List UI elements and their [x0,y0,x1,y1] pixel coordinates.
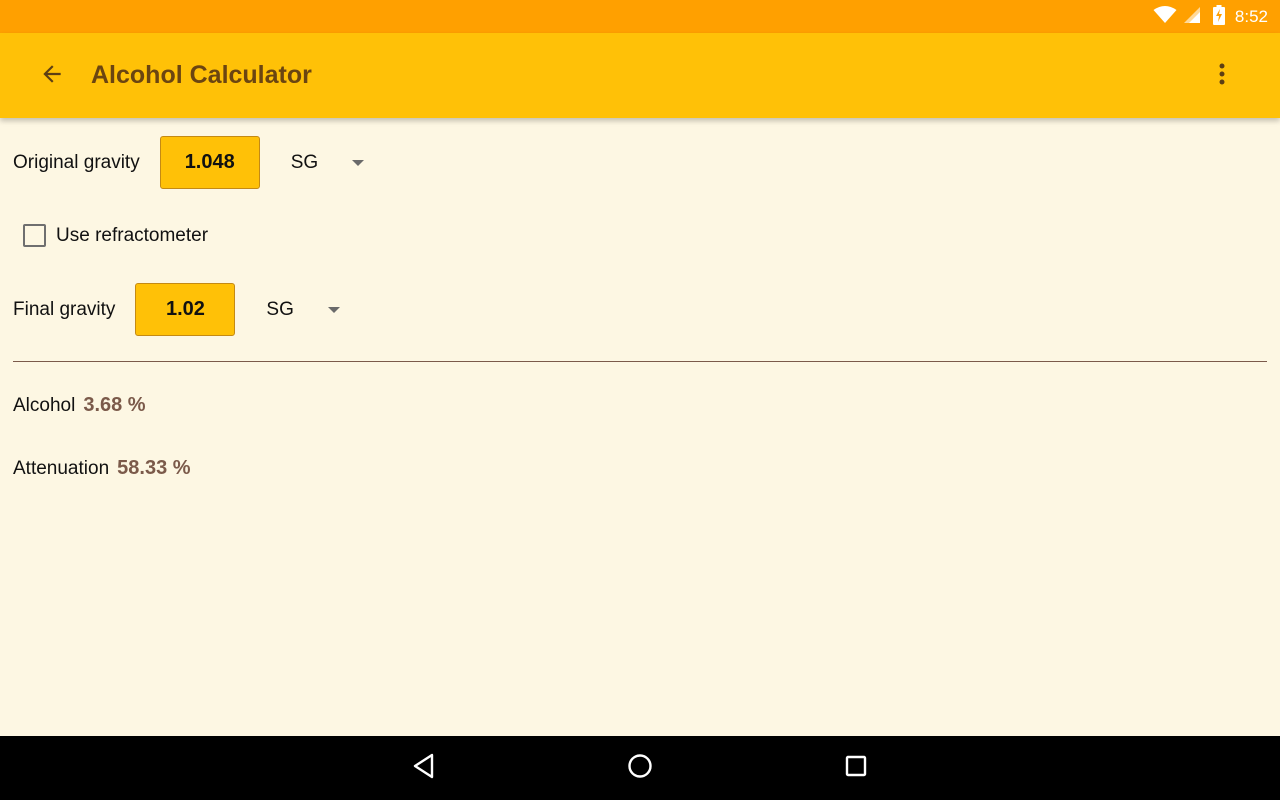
dropdown-arrow-icon [327,306,340,313]
back-triangle-icon [412,753,436,783]
final-gravity-unit-select[interactable]: SG [266,298,340,321]
home-circle-icon [627,753,653,783]
attenuation-result: Attenuation 58.33 % [13,457,191,480]
overflow-menu-button[interactable] [1202,55,1242,97]
arrow-back-icon [39,61,65,91]
battery-charging-icon [1212,4,1225,29]
original-gravity-unit-select[interactable]: SG [290,151,365,174]
nav-recents-button[interactable] [836,748,876,788]
attenuation-label: Attenuation [13,458,110,479]
use-refractometer-checkbox[interactable] [23,224,46,247]
original-gravity-input[interactable] [159,136,260,189]
original-gravity-row: Original gravity SG [13,136,365,189]
use-refractometer-checkbox-row[interactable]: Use refractometer [23,224,208,247]
final-gravity-label: Final gravity [13,298,116,320]
status-bar: 8:52 [0,0,1280,33]
original-gravity-label: Original gravity [13,151,140,173]
alcohol-label: Alcohol [13,395,76,416]
dropdown-arrow-icon [352,159,365,166]
back-button[interactable] [28,55,76,97]
alcohol-value: 3.68 % [83,394,146,416]
status-time: 8:52 [1234,6,1268,26]
attenuation-value: 58.33 % [117,457,191,479]
system-navigation-bar [0,736,1280,800]
use-refractometer-label: Use refractometer [56,224,209,246]
original-gravity-unit: SG [290,151,319,173]
app-bar: Alcohol Calculator [0,33,1280,118]
divider [13,361,1267,362]
wifi-icon [1153,5,1177,28]
calculator-content: Original gravity SG Use refractometer Fi… [0,118,1280,736]
nav-home-button[interactable] [620,748,660,788]
final-gravity-row: Final gravity SG [13,283,340,336]
cellular-signal-icon [1183,6,1201,28]
status-icons: 8:52 [1153,0,1268,33]
recents-square-icon [845,755,867,781]
more-vert-icon [1218,62,1226,90]
final-gravity-input[interactable] [135,283,236,336]
final-gravity-unit: SG [266,298,294,320]
nav-back-button[interactable] [404,748,444,788]
page-title: Alcohol Calculator [91,61,312,89]
alcohol-result: Alcohol 3.68 % [13,394,146,417]
